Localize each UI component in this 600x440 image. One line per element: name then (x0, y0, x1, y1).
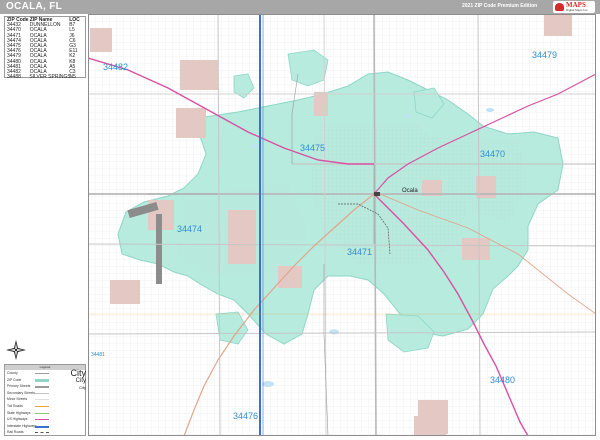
legend-label: County (7, 371, 18, 375)
title-bar: OCALA, FL 2021 ZIP Code Premium Edition … (0, 0, 600, 14)
legend-label: Secondary Streets (7, 390, 35, 395)
legend-row-secondary: Secondary Streets (5, 390, 85, 397)
legend-row-us: US Highways (5, 416, 85, 423)
legend-label: Primary Streets (7, 384, 31, 389)
edition-label: 2021 ZIP Code Premium Edition (462, 3, 538, 9)
map-frame (88, 14, 596, 436)
legend-city-sizes: City City City (67, 368, 87, 391)
legend-row-state: State Highways (5, 410, 85, 417)
legend-swatch (35, 412, 49, 414)
map-sheet: OCALA, FL 2021 ZIP Code Premium Edition … (0, 0, 600, 440)
maps-logo-icon: MAPS Digital Maps Inc. (553, 1, 595, 13)
legend-city-large: City (70, 368, 87, 378)
legend-label: US Highways (7, 417, 28, 422)
legend-row-minor: Minor Streets (5, 396, 85, 403)
legend-swatch (35, 419, 49, 421)
map-title: OCALA, FL (6, 1, 63, 12)
legend-swatch (35, 432, 49, 434)
legend-swatch (35, 405, 49, 407)
legend-label: State Highways (7, 410, 31, 415)
legend-city-medium: City (75, 378, 86, 384)
legend-swatch (35, 373, 49, 374)
legend-label: Toll Roads (7, 403, 23, 408)
legend-row-toll: Toll Roads (5, 403, 85, 410)
legend-swatch (35, 392, 49, 394)
name-cell: SILVER SPRINGS (29, 74, 71, 81)
zip-table-row: 34488 SILVER SPRINGS N5 (7, 74, 83, 81)
zip-cell: 34488 (7, 74, 21, 81)
legend-row-rail: Rail Roads (5, 429, 85, 436)
legend-row-interstate: Interstate Highways (5, 423, 85, 430)
legend-city-small: City (79, 385, 86, 390)
map-legend: Legend County ZIP Code Primary Streets S… (4, 364, 86, 436)
legend-swatch (35, 399, 49, 401)
loc-cell: N5 (69, 74, 76, 81)
legend-swatch (35, 378, 49, 382)
legend-label: Rail Roads (7, 430, 24, 435)
compass-rose-icon (6, 340, 26, 360)
legend-label: ZIP Code (7, 377, 22, 382)
legend-label: Minor Streets (7, 397, 28, 402)
legend-swatch (35, 425, 49, 428)
logo-mark (555, 3, 564, 11)
legend-label: Interstate Highways (7, 423, 37, 428)
legend-swatch (35, 386, 49, 389)
zip-code-table: ZIP Code ZIP Name LOC 34432 DUNNELLON B7… (4, 16, 86, 81)
logo-subtitle: Digital Maps Inc. (566, 8, 589, 12)
